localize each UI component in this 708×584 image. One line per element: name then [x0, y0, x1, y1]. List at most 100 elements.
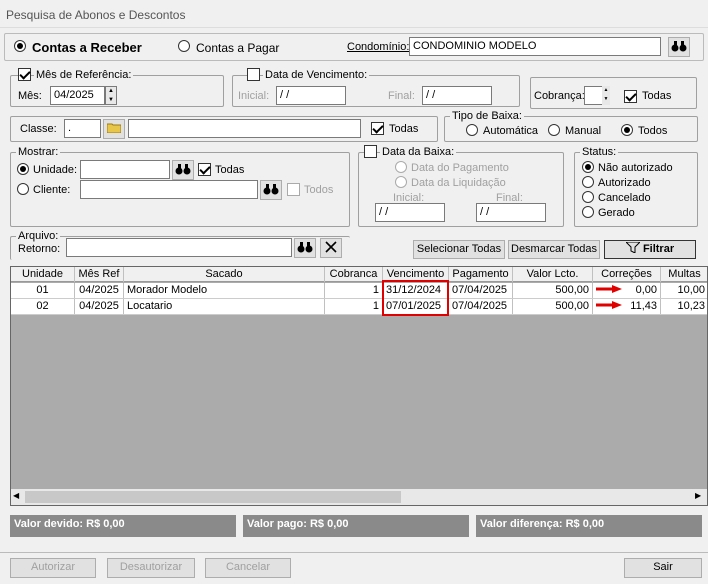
horizontal-scrollbar[interactable]: ◀ ▶: [11, 489, 707, 505]
status-cancelado-radio[interactable]: [582, 191, 594, 203]
scroll-right-arrow[interactable]: ▶: [695, 491, 701, 500]
data-liquidacao-radio[interactable]: [395, 176, 407, 188]
scroll-thumb[interactable]: [25, 491, 401, 503]
contas-receber-radio[interactable]: [14, 40, 26, 52]
desmarcar-todas-button[interactable]: Desmarcar Todas: [508, 240, 600, 259]
mes-spinner[interactable]: ▲ ▼: [105, 86, 117, 105]
red-arrow-icon: [596, 285, 622, 293]
cliente-field[interactable]: [80, 180, 258, 199]
cobranca-todas-checkbox[interactable]: [624, 90, 637, 103]
contas-receber-label[interactable]: Contas a Receber: [32, 40, 142, 55]
tipo-todos-label: Todos: [638, 125, 668, 137]
classe-todas-checkbox[interactable]: [371, 122, 384, 135]
status-autorizado-radio[interactable]: [582, 176, 594, 188]
column-header[interactable]: Mês Ref: [75, 267, 124, 282]
retorno-search-button[interactable]: [294, 238, 316, 258]
column-header[interactable]: Correções: [593, 267, 661, 282]
status-cancelado-label: Cancelado: [598, 192, 651, 204]
data-baixa-inicial-field[interactable]: / /: [375, 203, 445, 222]
grid-header: Unidade Mês Ref Sacado Cobranca Vencimento Pa…: [11, 267, 707, 282]
column-header[interactable]: Cobranca: [325, 267, 383, 282]
window-title: Pesquisa de Abonos e Descontos: [6, 8, 186, 22]
condominio-search-button[interactable]: [668, 37, 690, 57]
column-header[interactable]: Multas: [661, 267, 707, 282]
mes-ref-legend: Mês de Referência:: [34, 69, 134, 81]
binoculars-icon: [297, 241, 313, 256]
column-header[interactable]: Sacado: [124, 267, 325, 282]
condominio-label: Condomínio:: [347, 41, 410, 53]
status-gerado-label: Gerado: [598, 207, 635, 219]
tipo-manual-label: Manual: [565, 125, 602, 137]
table-cell-valor: 500,00: [513, 299, 593, 314]
unidade-todas-label: Todas: [215, 164, 245, 176]
table-cell-pagamento: 07/04/2025: [449, 299, 513, 314]
tipo-manual-radio[interactable]: [548, 124, 560, 136]
condominio-field[interactable]: CONDOMINIO MODELO: [409, 37, 661, 56]
table-cell-multas: 10,00: [661, 283, 707, 298]
cobranca-todas-label: Todas: [642, 90, 672, 102]
data-venc-final-label: Final:: [388, 90, 415, 102]
tipo-automatica-radio[interactable]: [466, 124, 478, 136]
arquivo-legend: Arquivo:: [16, 230, 61, 242]
data-venc-final-field[interactable]: / /: [422, 86, 492, 105]
classe-name-field[interactable]: [128, 119, 361, 138]
binoculars-icon: [175, 163, 191, 178]
desautorizar-button[interactable]: Desautorizar: [107, 558, 195, 578]
contas-pagar-radio[interactable]: [178, 40, 190, 52]
mes-field[interactable]: 04/2025: [50, 86, 105, 105]
bottom-bar-divider: [0, 552, 708, 553]
status-nao-autorizado-radio[interactable]: [582, 161, 594, 173]
mes-ref-checkbox[interactable]: [18, 68, 31, 81]
retorno-clear-button[interactable]: [320, 238, 342, 258]
scroll-left-arrow[interactable]: ◀: [13, 491, 19, 500]
classe-todas-label: Todas: [389, 123, 419, 135]
autorizar-button[interactable]: Autorizar: [10, 558, 96, 578]
table-cell-valor: 500,00: [513, 283, 593, 298]
data-venc-checkbox[interactable]: [247, 68, 260, 81]
data-baixa-checkbox[interactable]: [364, 145, 377, 158]
classe-label: Classe:: [20, 123, 57, 135]
close-icon: [325, 240, 337, 256]
mostrar-cliente-radio[interactable]: [17, 183, 29, 195]
mostrar-legend: Mostrar:: [16, 146, 61, 158]
mes-label: Mês:: [18, 90, 42, 102]
tipo-todos-radio[interactable]: [621, 124, 633, 136]
filtrar-button[interactable]: Filtrar: [604, 240, 696, 259]
column-header[interactable]: Unidade: [11, 267, 75, 282]
folder-icon: [106, 122, 122, 136]
unidade-search-button[interactable]: [172, 160, 194, 180]
retorno-field[interactable]: [66, 238, 292, 257]
table-cell-cobranca: 1: [325, 299, 383, 314]
binoculars-icon: [671, 40, 687, 55]
mostrar-unidade-radio[interactable]: [17, 163, 29, 175]
cliente-search-button[interactable]: [260, 180, 282, 200]
data-venc-legend: Data de Vencimento:: [263, 69, 370, 81]
data-pagamento-radio[interactable]: [395, 161, 407, 173]
classe-code-field[interactable]: .: [64, 119, 101, 138]
data-venc-inicial-field[interactable]: / /: [276, 86, 346, 105]
status-gerado-radio[interactable]: [582, 206, 594, 218]
classe-folder-button[interactable]: [103, 119, 125, 139]
unidade-field[interactable]: [80, 160, 170, 179]
cliente-todos-label: Todos: [304, 184, 334, 196]
valor-diferenca: Valor diferença: R$ 0,00: [476, 515, 702, 537]
valor-devido: Valor devido: R$ 0,00: [10, 515, 236, 537]
data-baixa-final-field[interactable]: / /: [476, 203, 546, 222]
cobranca-spinner[interactable]: ▲ ▼: [602, 86, 610, 105]
column-header[interactable]: Valor Lcto.: [513, 267, 593, 282]
filtrar-label: Filtrar: [642, 243, 675, 255]
tipo-baixa-legend: Tipo de Baixa:: [450, 110, 524, 122]
cliente-todos-checkbox[interactable]: [287, 183, 300, 196]
column-header[interactable]: Pagamento: [449, 267, 513, 282]
status-legend: Status:: [580, 146, 619, 158]
contas-pagar-label[interactable]: Contas a Pagar: [196, 41, 279, 55]
data-pagamento-label: Data do Pagamento: [411, 162, 509, 174]
selecionar-todas-button[interactable]: Selecionar Todas: [413, 240, 505, 259]
status-nao-autorizado-label: Não autorizado: [598, 162, 673, 174]
table-cell-sacado: Locatario: [124, 299, 325, 314]
unidade-todas-checkbox[interactable]: [198, 163, 211, 176]
vencimento-highlight: [382, 280, 449, 316]
title-bar: Pesquisa de Abonos e Descontos: [0, 0, 708, 28]
sair-button[interactable]: Sair: [624, 558, 702, 578]
cancelar-button[interactable]: Cancelar: [205, 558, 291, 578]
